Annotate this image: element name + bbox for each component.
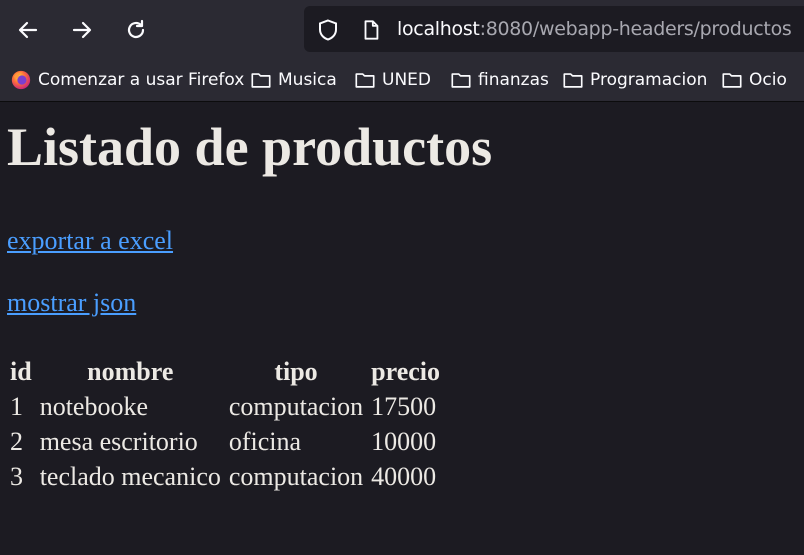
table-row: 1 notebooke computacion 17500 [8,392,442,422]
cell-nombre: notebooke [39,392,148,421]
reload-button[interactable] [118,12,154,48]
column-header-tipo: tipo [274,357,318,386]
cell-precio: 17500 [371,392,437,421]
cell-id: 2 [10,427,23,456]
column-header-id: id [10,357,32,386]
browser-toolbar: localhost:8080/webapp-headers/productos [0,0,804,59]
bookmark-programacion[interactable]: Programacion [562,59,707,101]
page-icon[interactable] [360,19,382,41]
reload-icon [127,19,145,39]
url-text[interactable]: localhost:8080/webapp-headers/productos [397,18,792,40]
table-header-row: id nombre tipo precio [8,357,442,387]
url-path: :8080/webapp-headers/productos [479,18,792,40]
bookmark-label: Comenzar a usar Firefox [38,70,245,90]
bookmark-label: UNED [382,70,431,90]
forward-button[interactable] [64,12,100,48]
folder-icon [355,73,375,88]
export-excel-link[interactable]: exportar a excel [7,226,173,256]
folder-icon [451,73,471,88]
cell-precio: 40000 [371,462,437,491]
bookmark-label: finanzas [478,70,549,90]
column-header-nombre: nombre [87,357,174,386]
bookmark-finanzas[interactable]: finanzas [450,59,549,101]
folder-icon [722,73,742,88]
cell-tipo: computacion [228,392,364,421]
column-header-precio: precio [371,357,441,386]
cell-id: 3 [10,462,23,491]
bookmark-label: Musica [278,70,337,90]
arrow-left-icon [18,21,38,39]
bookmark-uned[interactable]: UNED [354,59,431,101]
bookmark-firefox[interactable]: Comenzar a usar Firefox [10,59,244,101]
show-json-link[interactable]: mostrar json [7,288,136,318]
back-button[interactable] [10,12,46,48]
cell-tipo: computacion [228,462,364,491]
cell-nombre: mesa escritorio [39,427,198,456]
cell-tipo: oficina [228,427,302,456]
arrow-right-icon [72,21,92,39]
bookmark-label: Ocio [749,70,787,90]
folder-icon [251,73,271,88]
page-content: Listado de productos exportar a excel mo… [0,102,804,555]
table-row: 2 mesa escritorio oficina 10000 [8,427,442,457]
cell-id: 1 [10,392,23,421]
table-row: 3 teclado mecanico computacion 40000 [8,462,442,492]
folder-icon [563,73,583,88]
page-title: Listado de productos [7,117,493,177]
cell-precio: 10000 [371,427,437,456]
url-host: localhost [397,18,480,40]
address-bar[interactable]: localhost:8080/webapp-headers/productos [304,6,804,52]
bookmarks-toolbar: Comenzar a usar Firefox Musica UNED fina… [0,59,804,102]
bookmark-ocio[interactable]: Ocio [721,59,787,101]
shield-icon[interactable] [316,18,340,42]
bookmark-musica[interactable]: Musica [250,59,337,101]
products-table: id nombre tipo precio 1 notebooke comput… [4,352,446,497]
bookmark-label: Programacion [590,70,708,90]
cell-nombre: teclado mecanico [39,462,221,491]
firefox-icon [11,70,31,90]
